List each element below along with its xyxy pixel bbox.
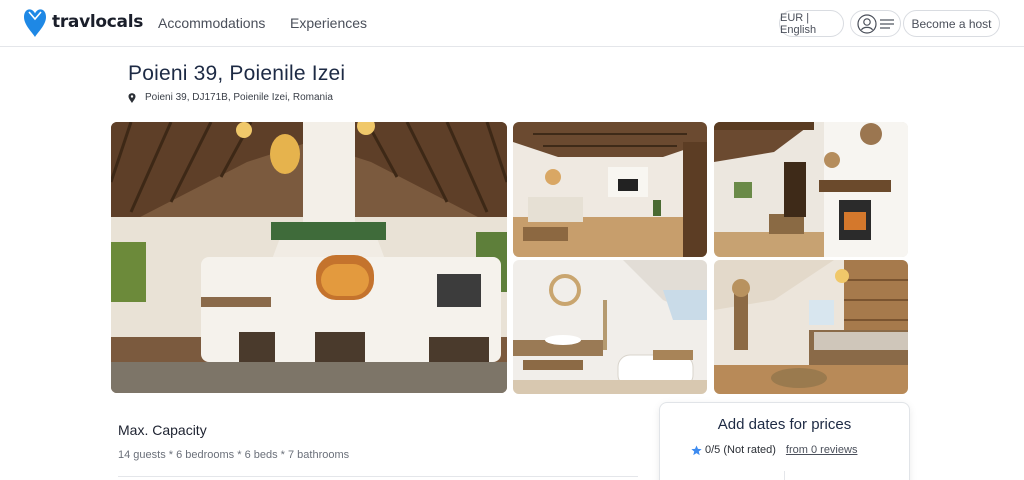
- language-currency-button[interactable]: EUR | English: [779, 10, 844, 37]
- map-pin-icon: [128, 92, 136, 103]
- menu-icon: [880, 18, 894, 29]
- become-host-button[interactable]: Become a host: [903, 10, 1000, 37]
- nav-accommodations[interactable]: Accommodations: [158, 15, 265, 31]
- capacity-details: 14 guests * 6 bedrooms * 6 beds * 7 bath…: [118, 449, 350, 461]
- outdoor-kitchen-photo[interactable]: [111, 122, 507, 393]
- top-navigation-bar: travlocals Accommodations Experiences EU…: [0, 0, 1024, 47]
- booking-card: Add dates for prices 0/5 (Not rated) fro…: [659, 402, 910, 480]
- fireplace-room-photo[interactable]: [714, 122, 908, 257]
- add-dates-title: Add dates for prices: [717, 416, 852, 433]
- bathroom-photo[interactable]: [513, 260, 707, 394]
- card-separator: [784, 471, 785, 480]
- user-icon: [857, 13, 877, 34]
- user-menu-button[interactable]: [850, 10, 901, 37]
- logo-heart-icon: [24, 9, 46, 37]
- logo-text: travlocals: [52, 12, 144, 32]
- rating-text: 0/5 (Not rated): [705, 444, 776, 456]
- listing-address: Poieni 39, DJ171B, Poienile Izei, Romani…: [128, 92, 333, 103]
- capacity-heading: Max. Capacity: [118, 422, 207, 438]
- listing-title: Poieni 39, Poienile Izei: [128, 62, 346, 85]
- rating-summary: 0/5 (Not rated) from 0 reviews: [691, 444, 857, 456]
- star-icon: [691, 444, 702, 455]
- living-room-photo[interactable]: [513, 122, 707, 257]
- travlocals-logo[interactable]: travlocals: [22, 6, 143, 38]
- bedroom-photo[interactable]: [714, 260, 908, 394]
- nav-experiences[interactable]: Experiences: [290, 15, 367, 31]
- address-text: Poieni 39, DJ171B, Poienile Izei, Romani…: [145, 92, 333, 103]
- reviews-link[interactable]: from 0 reviews: [786, 444, 858, 456]
- section-divider: [118, 476, 638, 477]
